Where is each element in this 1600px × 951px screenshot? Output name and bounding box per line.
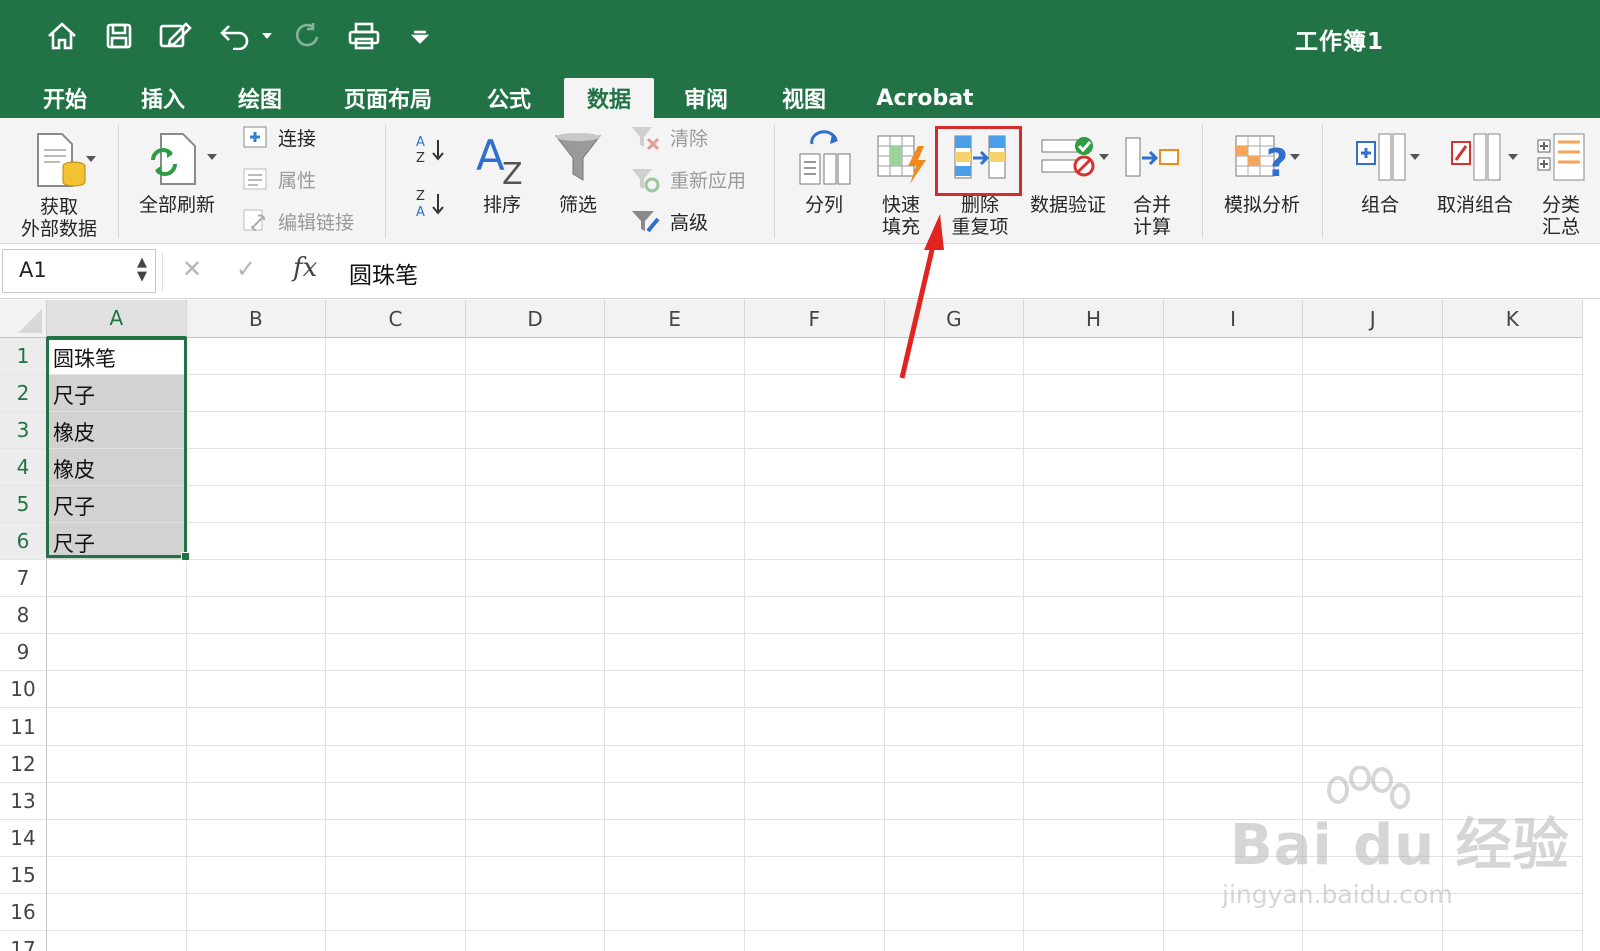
paw-logo-icon <box>1327 766 1410 809</box>
baidu-watermark: Bai du 经验 jingyan.baidu.com <box>1222 766 1570 909</box>
watermark-url: jingyan.baidu.com <box>1222 880 1453 909</box>
